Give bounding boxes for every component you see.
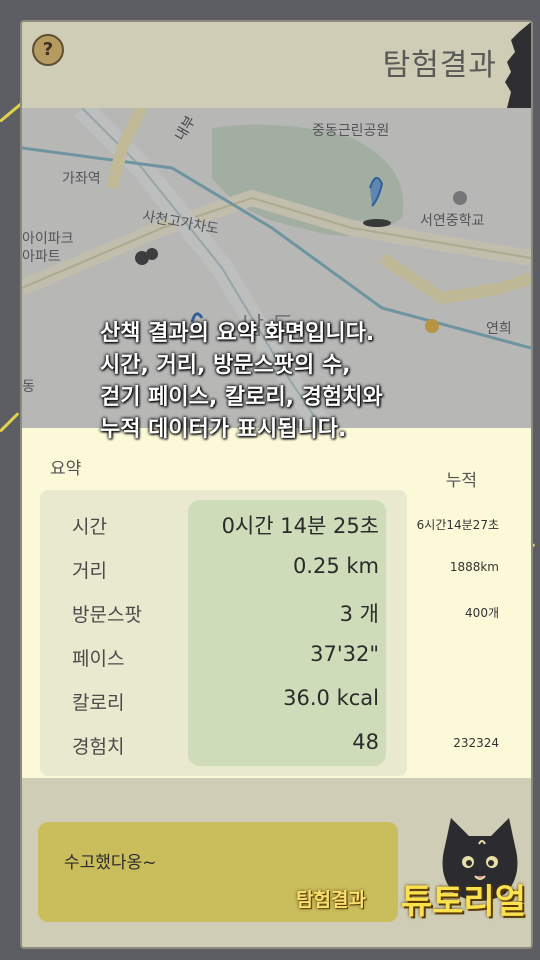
stat-value: 37'32" xyxy=(310,642,379,666)
stat-row-pace: 페이스 37'32" xyxy=(22,636,531,680)
stat-cumulative: 1888km xyxy=(449,560,499,574)
tutorial-line: 누적 데이터가 표시됩니다. xyxy=(100,417,347,442)
stat-cumulative: 6시간14분27초 xyxy=(416,518,499,532)
page-title: 탐험결과 xyxy=(382,48,497,83)
help-icon[interactable]: ? xyxy=(32,34,64,66)
stat-row-distance: 거리 0.25 km 1888km xyxy=(22,548,531,592)
tutorial-message: 산책 결과의 요약 화면입니다. 시간, 거리, 방문스팟의 수, 걷기 페이스… xyxy=(100,318,460,446)
stat-value: 36.0 kcal xyxy=(283,686,379,710)
header-bar: ? 탐험결과 xyxy=(22,22,531,108)
decor-streak xyxy=(0,412,20,433)
stat-row-exp: 경험치 48 232324 xyxy=(22,724,531,768)
stat-label: 칼로리 xyxy=(72,692,125,714)
result-card: ? 탐험결과 중동근린공원 가좌역 사천고가차도 아이파크 아파트 서연중학교 … xyxy=(20,20,533,949)
stat-row-calories: 칼로리 36.0 kcal xyxy=(22,680,531,724)
summary-section: 요약 누적 시간 0시간 14분 25초 6시간14분27초 거리 0.25 k… xyxy=(22,428,531,778)
tutorial-line: 산책 결과의 요약 화면입니다. xyxy=(100,321,375,346)
tutorial-badge-small: 탐험결과 xyxy=(296,889,366,911)
tutorial-badge-big: 튜토리얼 xyxy=(400,882,526,922)
stat-row-spots: 방문스팟 3 개 400개 xyxy=(22,592,531,636)
cat-silhouette-icon xyxy=(505,22,531,108)
stat-value: 3 개 xyxy=(339,602,379,626)
stat-row-time: 시간 0시간 14분 25초 6시간14분27초 xyxy=(22,504,531,548)
stat-value: 0.25 km xyxy=(292,554,379,578)
stat-label: 시간 xyxy=(72,516,107,538)
tutorial-line: 시간, 거리, 방문스팟의 수, xyxy=(100,353,351,378)
stat-label: 방문스팟 xyxy=(72,604,142,626)
stat-label: 거리 xyxy=(72,560,107,582)
speech-message: 수고했다옹~ xyxy=(64,853,157,873)
stat-value: 0시간 14분 25초 xyxy=(221,514,379,538)
stat-cumulative: 232324 xyxy=(453,736,499,750)
stat-label: 경험치 xyxy=(72,736,125,758)
stat-label: 페이스 xyxy=(72,648,125,670)
summary-tab[interactable]: 요약 xyxy=(50,454,81,479)
tutorial-line: 걷기 페이스, 칼로리, 경험치와 xyxy=(100,385,383,410)
stat-cumulative: 400개 xyxy=(465,606,499,620)
cumulative-tab: 누적 xyxy=(445,471,477,491)
stat-value: 48 xyxy=(352,730,379,754)
